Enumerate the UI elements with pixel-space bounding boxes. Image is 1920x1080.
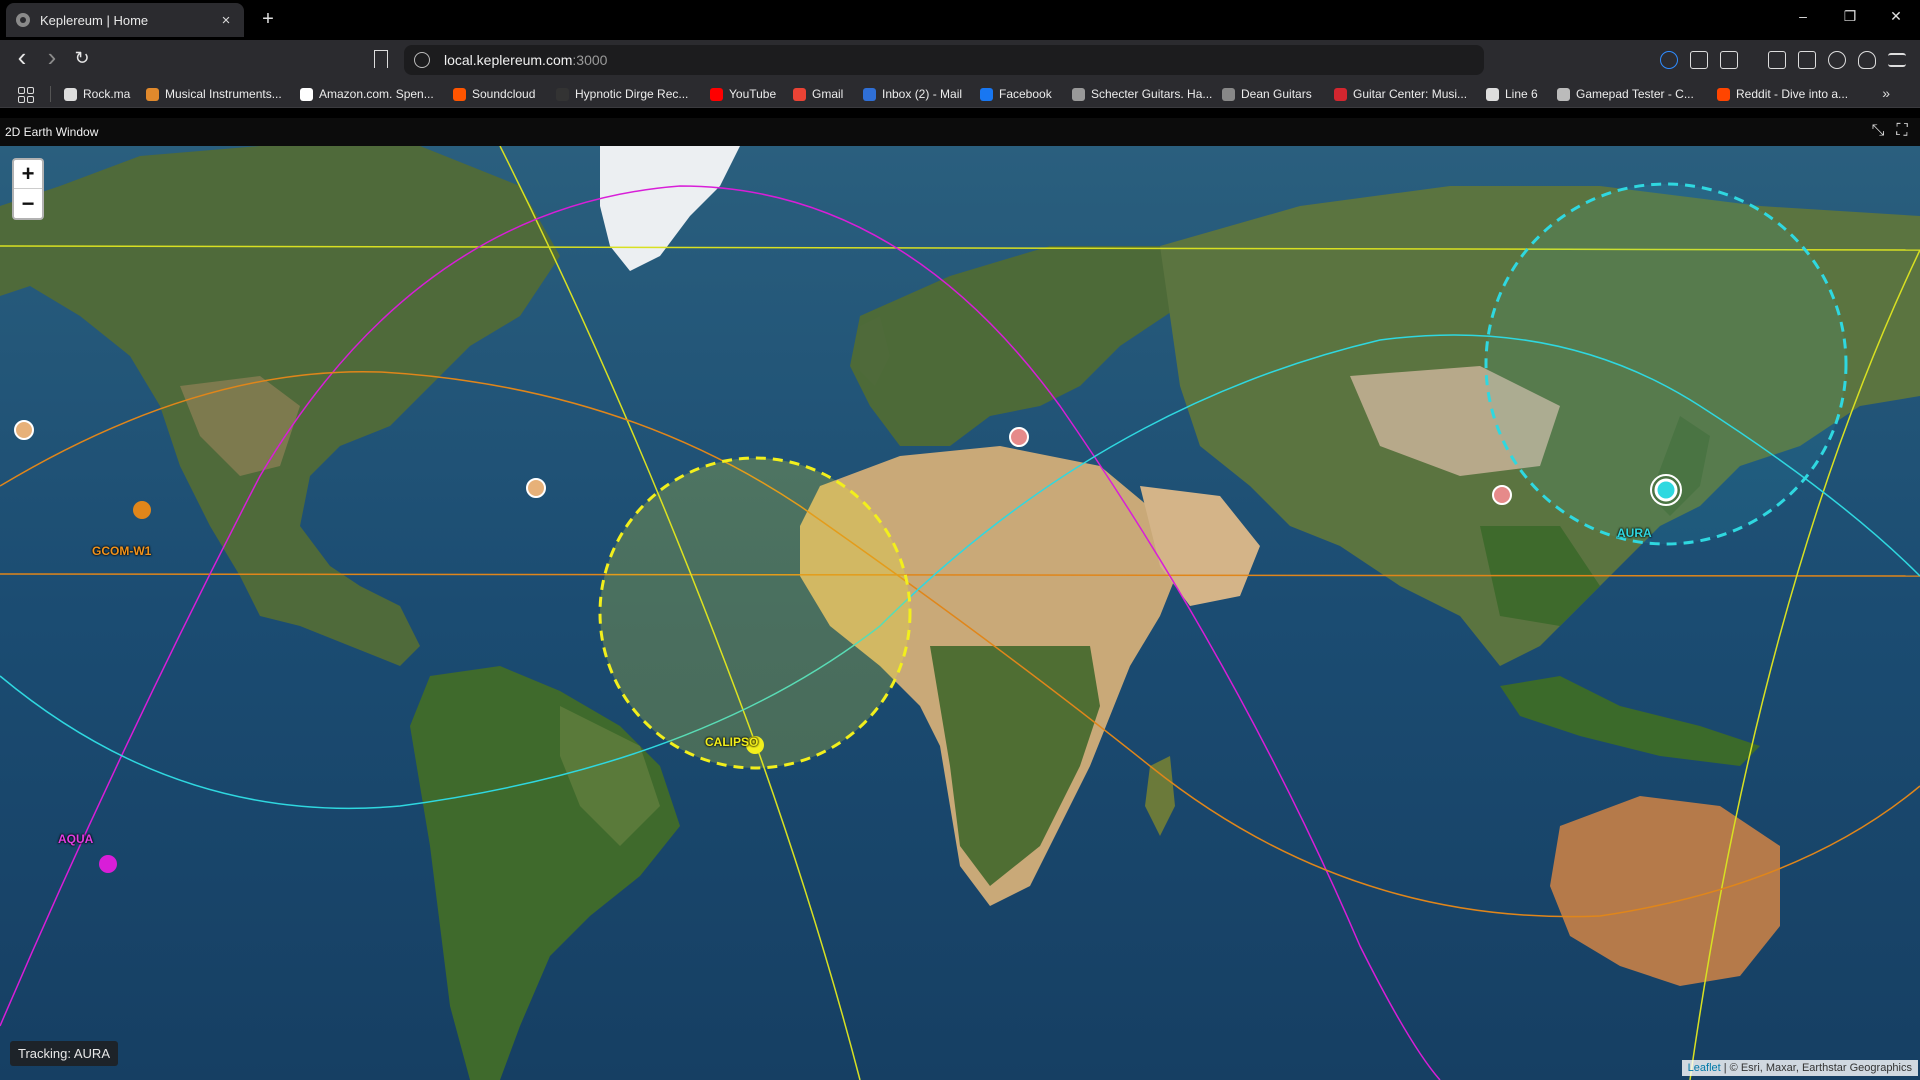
- bookmark-label: Reddit - Dive into a...: [1736, 87, 1849, 101]
- ground-station-marker: [14, 420, 34, 440]
- url-text: local.keplereum.com:3000: [444, 52, 608, 68]
- bookmark-item[interactable]: Amazon.com. Spen...: [300, 87, 434, 101]
- bookmark-item[interactable]: Gmail: [793, 87, 843, 101]
- bookmark-favicon-icon: [64, 87, 77, 101]
- bookmark-label: Rock.ma: [83, 87, 131, 101]
- bookmark-item[interactable]: Rock.ma: [64, 87, 130, 101]
- bookmark-favicon-icon: [980, 87, 993, 101]
- sidebar-icon[interactable]: [1768, 51, 1786, 69]
- leaflet-link[interactable]: Leaflet: [1688, 1062, 1721, 1074]
- read-aloud-icon[interactable]: [1660, 51, 1678, 69]
- zoom-control: + −: [12, 158, 44, 220]
- ground-station-marker: [526, 478, 546, 498]
- bookmark-item[interactable]: Gamepad Tester - C...: [1557, 87, 1694, 101]
- bookmark-item[interactable]: Inbox (2) - Mail: [863, 87, 962, 101]
- earth-map[interactable]: AQUA GCOM-W1 CALIPSO AURA: [0, 146, 1920, 1080]
- bookmark-label: Amazon.com. Spen...: [319, 87, 434, 101]
- map-canvas: [0, 146, 1920, 1080]
- bookmark-item[interactable]: Dean Guitars: [1222, 87, 1312, 101]
- bookmark-label: Hypnotic Dirge Rec...: [575, 87, 689, 101]
- bookmark-favicon-icon: [1334, 87, 1347, 101]
- bookmark-item[interactable]: Line 6: [1486, 87, 1538, 101]
- apps-grid-icon[interactable]: [18, 87, 34, 103]
- bookmarks-divider: [50, 86, 51, 102]
- tracking-status: Tracking: AURA: [10, 1041, 118, 1066]
- aqua-satellite-marker[interactable]: [99, 855, 117, 873]
- bookmark-favicon-icon: [1486, 87, 1499, 101]
- calipso-coverage-circle: [598, 456, 912, 770]
- bookmark-label: Dean Guitars: [1241, 87, 1312, 101]
- tab-close-icon[interactable]: ×: [218, 12, 234, 29]
- bookmark-item[interactable]: Facebook: [980, 87, 1052, 101]
- bookmark-favicon-icon: [1072, 87, 1085, 101]
- menu-icon[interactable]: [1888, 53, 1906, 67]
- bookmark-favicon-icon: [863, 87, 876, 101]
- bookmark-favicon-icon: [793, 87, 806, 101]
- ground-station-marker: [1492, 485, 1512, 505]
- forward-button[interactable]: ›: [40, 42, 64, 73]
- bookmark-favicon-icon: [556, 87, 569, 101]
- bookmark-label: Inbox (2) - Mail: [882, 87, 963, 101]
- wallet-icon[interactable]: [1798, 51, 1816, 69]
- bookmark-item[interactable]: Hypnotic Dirge Rec...: [556, 87, 688, 101]
- site-favicon-icon: [16, 13, 30, 27]
- ground-station-marker: [1009, 427, 1029, 447]
- browser-toolbar: ‹ › ↻ local.keplereum.com:3000: [0, 40, 1920, 80]
- tab-strip: Keplereum | Home × + – ❐ ✕: [0, 0, 1920, 40]
- bookmark-label: YouTube: [729, 87, 777, 101]
- bookmark-label: Musical Instruments...: [165, 87, 282, 101]
- close-window-button[interactable]: ✕: [1886, 8, 1906, 25]
- bookmark-label: Gamepad Tester - C...: [1576, 87, 1694, 101]
- bookmark-item[interactable]: Guitar Center: Musi...: [1334, 87, 1467, 101]
- bookmark-favicon-icon: [300, 87, 313, 101]
- bookmark-favicon-icon: [1557, 87, 1570, 101]
- shield-icon[interactable]: [1858, 51, 1876, 69]
- browser-tab[interactable]: Keplereum | Home ×: [6, 3, 244, 37]
- bookmark-label: Facebook: [999, 87, 1052, 101]
- bookmark-item[interactable]: Schecter Guitars. Ha...: [1072, 87, 1212, 101]
- address-bar[interactable]: local.keplereum.com:3000: [404, 45, 1484, 75]
- zoom-out-button[interactable]: −: [14, 189, 42, 218]
- gcom-w1-label: GCOM-W1: [92, 544, 152, 558]
- gcom-w1-satellite-marker[interactable]: [133, 501, 151, 519]
- bookmark-item[interactable]: Musical Instruments...: [146, 87, 282, 101]
- reload-button[interactable]: ↻: [70, 48, 94, 69]
- window-title: 2D Earth Window: [5, 125, 99, 139]
- bookmark-item[interactable]: YouTube: [710, 87, 776, 101]
- extensions-icon[interactable]: [1690, 51, 1708, 69]
- bookmark-favicon-icon: [453, 87, 466, 101]
- assistant-icon[interactable]: [1828, 51, 1846, 69]
- fullscreen-icon[interactable]: ⛶: [1892, 122, 1912, 140]
- bookmark-favicon-icon: [1717, 87, 1730, 101]
- bookmark-label: Soundcloud: [472, 87, 536, 101]
- tab-title: Keplereum | Home: [40, 12, 149, 28]
- aura-satellite-marker[interactable]: [1654, 478, 1678, 502]
- aqua-label: AQUA: [58, 832, 94, 846]
- site-info-icon[interactable]: [414, 52, 430, 68]
- map-attribution: Leaflet | © Esri, Maxar, Earthstar Geogr…: [1681, 1060, 1918, 1076]
- minimize-button[interactable]: –: [1793, 8, 1813, 24]
- bookmark-favicon-icon: [146, 87, 159, 101]
- app-header: 2D Earth Window ⤡ ⛶: [0, 118, 1920, 146]
- exit-fullscreen-icon[interactable]: ⤡: [1868, 122, 1888, 140]
- zoom-in-button[interactable]: +: [14, 160, 42, 189]
- bookmark-item[interactable]: Reddit - Dive into a...: [1717, 87, 1848, 101]
- bookmark-favicon-icon: [710, 87, 723, 101]
- bookmark-favicon-icon: [1222, 87, 1235, 101]
- bookmark-label: Gmail: [812, 87, 844, 101]
- screenshot-icon[interactable]: [1720, 51, 1738, 69]
- calipso-label: CALIPSO: [705, 735, 759, 749]
- bookmarks-more-button[interactable]: »: [1882, 85, 1890, 101]
- restore-button[interactable]: ❐: [1840, 8, 1860, 25]
- aura-label: AURA: [1617, 526, 1652, 540]
- bookmark-item[interactable]: Soundcloud: [453, 87, 535, 101]
- bookmark-label: Line 6: [1505, 87, 1538, 101]
- bookmark-label: Schecter Guitars. Ha...: [1091, 87, 1213, 101]
- new-tab-button[interactable]: +: [256, 8, 280, 31]
- bookmark-page-icon[interactable]: [374, 50, 388, 68]
- back-button[interactable]: ‹: [10, 42, 34, 73]
- bookmark-label: Guitar Center: Musi...: [1353, 87, 1468, 101]
